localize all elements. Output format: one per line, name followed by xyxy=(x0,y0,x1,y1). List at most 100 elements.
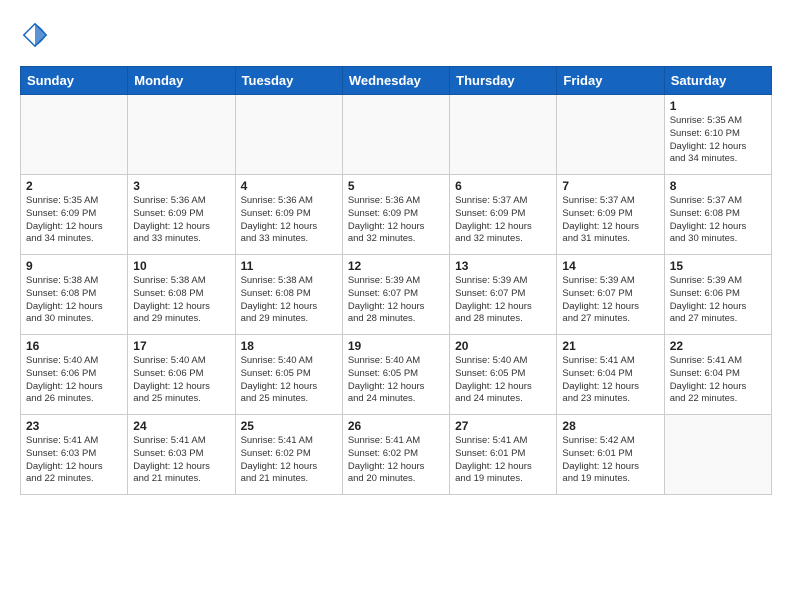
day-info: Sunrise: 5:41 AM Sunset: 6:04 PM Dayligh… xyxy=(562,355,658,406)
calendar-cell: 26 Sunrise: 5:41 AM Sunset: 6:02 PM Dayli… xyxy=(342,415,449,495)
calendar-cell: 6 Sunrise: 5:37 AM Sunset: 6:09 PM Daylig… xyxy=(450,175,557,255)
weekday-header-monday: Monday xyxy=(128,67,235,95)
calendar-cell xyxy=(450,95,557,175)
calendar-cell: 17 Sunrise: 5:40 AM Sunset: 6:06 PM Dayli… xyxy=(128,335,235,415)
day-info: Sunrise: 5:40 AM Sunset: 6:05 PM Dayligh… xyxy=(241,355,337,406)
day-info: Sunrise: 5:39 AM Sunset: 6:07 PM Dayligh… xyxy=(562,275,658,326)
calendar-cell: 20 Sunrise: 5:40 AM Sunset: 6:05 PM Dayli… xyxy=(450,335,557,415)
weekday-header-wednesday: Wednesday xyxy=(342,67,449,95)
calendar-cell: 2 Sunrise: 5:35 AM Sunset: 6:09 PM Daylig… xyxy=(21,175,128,255)
calendar-cell: 18 Sunrise: 5:40 AM Sunset: 6:05 PM Dayli… xyxy=(235,335,342,415)
calendar-week-row-2: 2 Sunrise: 5:35 AM Sunset: 6:09 PM Daylig… xyxy=(21,175,772,255)
weekday-header-saturday: Saturday xyxy=(664,67,771,95)
day-info: Sunrise: 5:37 AM Sunset: 6:09 PM Dayligh… xyxy=(562,195,658,246)
day-number: 4 xyxy=(241,179,337,193)
day-number: 7 xyxy=(562,179,658,193)
day-number: 20 xyxy=(455,339,551,353)
day-info: Sunrise: 5:35 AM Sunset: 6:10 PM Dayligh… xyxy=(670,115,766,166)
weekday-header-friday: Friday xyxy=(557,67,664,95)
calendar-table: SundayMondayTuesdayWednesdayThursdayFrid… xyxy=(20,66,772,495)
calendar-cell: 25 Sunrise: 5:41 AM Sunset: 6:02 PM Dayli… xyxy=(235,415,342,495)
day-info: Sunrise: 5:36 AM Sunset: 6:09 PM Dayligh… xyxy=(241,195,337,246)
day-number: 15 xyxy=(670,259,766,273)
calendar-cell xyxy=(557,95,664,175)
weekday-header-sunday: Sunday xyxy=(21,67,128,95)
day-info: Sunrise: 5:35 AM Sunset: 6:09 PM Dayligh… xyxy=(26,195,122,246)
day-number: 14 xyxy=(562,259,658,273)
day-info: Sunrise: 5:36 AM Sunset: 6:09 PM Dayligh… xyxy=(133,195,229,246)
day-number: 18 xyxy=(241,339,337,353)
calendar-cell: 1 Sunrise: 5:35 AM Sunset: 6:10 PM Daylig… xyxy=(664,95,771,175)
calendar-cell xyxy=(235,95,342,175)
calendar-week-row-5: 23 Sunrise: 5:41 AM Sunset: 6:03 PM Dayli… xyxy=(21,415,772,495)
day-number: 24 xyxy=(133,419,229,433)
day-number: 2 xyxy=(26,179,122,193)
day-info: Sunrise: 5:39 AM Sunset: 6:07 PM Dayligh… xyxy=(455,275,551,326)
calendar-cell xyxy=(342,95,449,175)
calendar-cell: 21 Sunrise: 5:41 AM Sunset: 6:04 PM Dayli… xyxy=(557,335,664,415)
calendar-week-row-1: 1 Sunrise: 5:35 AM Sunset: 6:10 PM Daylig… xyxy=(21,95,772,175)
day-info: Sunrise: 5:37 AM Sunset: 6:08 PM Dayligh… xyxy=(670,195,766,246)
calendar-cell: 11 Sunrise: 5:38 AM Sunset: 6:08 PM Dayli… xyxy=(235,255,342,335)
day-info: Sunrise: 5:41 AM Sunset: 6:02 PM Dayligh… xyxy=(241,435,337,486)
day-number: 9 xyxy=(26,259,122,273)
day-number: 16 xyxy=(26,339,122,353)
day-info: Sunrise: 5:36 AM Sunset: 6:09 PM Dayligh… xyxy=(348,195,444,246)
calendar-cell: 16Sunrise: 5:40 AM Sunset: 6:06 PM Dayli… xyxy=(21,335,128,415)
day-info: Sunrise: 5:40 AM Sunset: 6:05 PM Dayligh… xyxy=(455,355,551,406)
calendar-cell xyxy=(128,95,235,175)
day-info: Sunrise: 5:38 AM Sunset: 6:08 PM Dayligh… xyxy=(241,275,337,326)
calendar-cell: 3 Sunrise: 5:36 AM Sunset: 6:09 PM Daylig… xyxy=(128,175,235,255)
day-info: Sunrise: 5:39 AM Sunset: 6:07 PM Dayligh… xyxy=(348,275,444,326)
calendar-cell: 15 Sunrise: 5:39 AM Sunset: 6:06 PM Dayli… xyxy=(664,255,771,335)
calendar-cell: 22 Sunrise: 5:41 AM Sunset: 6:04 PM Dayli… xyxy=(664,335,771,415)
day-info: Sunrise: 5:41 AM Sunset: 6:03 PM Dayligh… xyxy=(26,435,122,486)
day-info: Sunrise: 5:40 AM Sunset: 6:06 PM Dayligh… xyxy=(133,355,229,406)
weekday-header-thursday: Thursday xyxy=(450,67,557,95)
calendar-week-row-4: 16 Sunrise: 5:40 AM Sunset: 6:06 PM Dayli… xyxy=(21,335,772,415)
logo xyxy=(20,20,54,50)
day-number: 26 xyxy=(348,419,444,433)
day-info: Sunrise: 5:37 AM Sunset: 6:09 PM Dayligh… xyxy=(455,195,551,246)
day-info: Sunrise: 5:38 AM Sunset: 6:08 PM Dayligh… xyxy=(133,275,229,326)
calendar-cell: 13 Sunrise: 5:39 AM Sunset: 6:07 PM Dayli… xyxy=(450,255,557,335)
logo-icon xyxy=(20,20,50,50)
day-info: Sunrise: 5:39 AM Sunset: 6:06 PM Dayligh… xyxy=(670,275,766,326)
day-number: 21 xyxy=(562,339,658,353)
calendar-cell: 27 Sunrise: 5:41 AM Sunset: 6:01 PM Dayli… xyxy=(450,415,557,495)
day-info: Sunrise: 5:41 AM Sunset: 6:03 PM Dayligh… xyxy=(133,435,229,486)
day-number: 28 xyxy=(562,419,658,433)
day-number: 17 xyxy=(133,339,229,353)
day-number: 12 xyxy=(348,259,444,273)
day-number: 11 xyxy=(241,259,337,273)
calendar-cell xyxy=(664,415,771,495)
calendar-cell: 24 Sunrise: 5:41 AM Sunset: 6:03 PM Dayli… xyxy=(128,415,235,495)
day-number: 27 xyxy=(455,419,551,433)
day-info: Sunrise: 5:38 AM Sunset: 6:08 PM Dayligh… xyxy=(26,275,122,326)
day-number: 8 xyxy=(670,179,766,193)
calendar-cell xyxy=(21,95,128,175)
page-header xyxy=(20,20,772,50)
day-info: Sunrise: 5:40 AM Sunset: 6:05 PM Dayligh… xyxy=(348,355,444,406)
day-info: Sunrise: 5:42 AM Sunset: 6:01 PM Dayligh… xyxy=(562,435,658,486)
weekday-header-row: SundayMondayTuesdayWednesdayThursdayFrid… xyxy=(21,67,772,95)
day-number: 23 xyxy=(26,419,122,433)
calendar-cell: 5Sunrise: 5:36 AM Sunset: 6:09 PM Daylig… xyxy=(342,175,449,255)
day-number: 22 xyxy=(670,339,766,353)
day-number: 25 xyxy=(241,419,337,433)
day-info: Sunrise: 5:41 AM Sunset: 6:04 PM Dayligh… xyxy=(670,355,766,406)
calendar-cell: 9 Sunrise: 5:38 AM Sunset: 6:08 PM Daylig… xyxy=(21,255,128,335)
calendar-cell: 28 Sunrise: 5:42 AM Sunset: 6:01 PM Dayli… xyxy=(557,415,664,495)
day-info: Sunrise: 5:41 AM Sunset: 6:02 PM Dayligh… xyxy=(348,435,444,486)
calendar-cell: 12 Sunrise: 5:39 AM Sunset: 6:07 PM Dayli… xyxy=(342,255,449,335)
day-number: 3 xyxy=(133,179,229,193)
calendar-cell: 10 Sunrise: 5:38 AM Sunset: 6:08 PM Dayli… xyxy=(128,255,235,335)
calendar-cell: 19 Sunrise: 5:40 AM Sunset: 6:05 PM Dayli… xyxy=(342,335,449,415)
day-number: 1 xyxy=(670,99,766,113)
day-number: 19 xyxy=(348,339,444,353)
day-number: 10 xyxy=(133,259,229,273)
calendar-cell: 7 Sunrise: 5:37 AM Sunset: 6:09 PM Daylig… xyxy=(557,175,664,255)
day-number: 13 xyxy=(455,259,551,273)
day-info: Sunrise: 5:41 AM Sunset: 6:01 PM Dayligh… xyxy=(455,435,551,486)
day-number: 6 xyxy=(455,179,551,193)
